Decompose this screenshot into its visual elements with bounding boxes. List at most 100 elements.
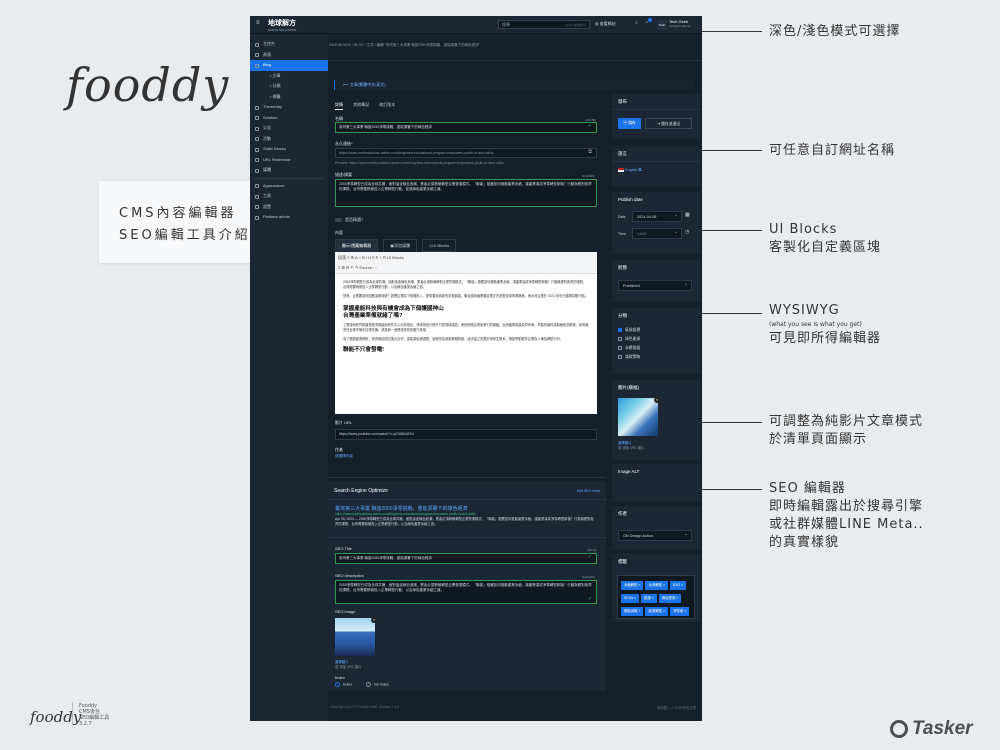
permalink-input[interactable]: https://www.earthsolutions-action.com/bl… [335,148,597,158]
template-select[interactable]: ON Design Action [618,529,692,541]
date-label: Date [618,215,626,219]
fooddy-logo: fooddy [66,58,230,112]
divider [612,161,700,162]
sidebar-item[interactable]: 公告 [250,123,328,134]
index-radio[interactable]: Index [335,682,352,687]
tag-chip[interactable]: 淨零碳 × [669,607,690,616]
tab-notes[interactable]: 其他筆記 [353,102,369,107]
sidebar-item[interactable]: 主控台 [250,39,328,50]
save-exit-button[interactable]: ⇥ 儲存並退出 [645,118,692,129]
sidebar-item[interactable]: • 標籤 [250,92,328,103]
featured-toggle[interactable]: 是否精選? [335,217,363,223]
add-media-button[interactable]: ▣ 添加媒體 [383,239,418,253]
sidebar-item[interactable]: • 分類 [250,81,328,92]
menu-icon[interactable]: ≡ [256,20,260,26]
search-input[interactable]: 搜尋 Ctrl+K 快速搜尋 [498,20,590,29]
sidebar-item[interactable]: URL Redirector [250,155,328,166]
sidebar-item[interactable]: Platform admin [250,212,328,223]
sidebar-item[interactable]: Solution [250,113,328,124]
avatar[interactable]: Tech [657,20,667,30]
copy-icon[interactable]: ⧉ [588,150,592,155]
sidebar-item[interactable]: 工具 [250,191,328,202]
sidebar-item[interactable]: 活動 [250,134,328,145]
time-input[interactable]: 14:00 [632,227,682,239]
sidebar-item[interactable]: Appearance [250,181,328,192]
noindex-radio[interactable]: No index [366,682,389,687]
tag-chip[interactable]: 能源 × [640,594,657,603]
toolbar-row-2[interactable]: ≡ ⊞ ⊟ ↶ ↷ Source ⋯ [338,263,594,273]
seo-image-url-link[interactable]: 或 添加 URL 圖片 [335,664,361,669]
editor-body[interactable]: 2050淨零轉型已成為全球共識，面對這波綠色浪潮，業者必須積極轉型企業營運模式。… [335,274,597,359]
brand-logo[interactable]: 地球解方 EARTH SOLUTIONS [268,18,296,32]
clock-icon[interactable]: ◷ [685,229,689,235]
toolbar-row-1[interactable]: 段落 ≡ ⊞ A ⌐ B I U S ¶ ⌁ ⊡ UI Blocks [338,253,594,263]
category-checkbox[interactable]: 綠色能源 [618,337,640,342]
annotation-desc: 可見即所得編輯器 [769,331,882,346]
toggle-switch[interactable] [335,217,342,222]
sidebar-item[interactable]: 媒體 [250,165,328,176]
tag-chip[interactable]: 綠色經濟 × [658,594,682,603]
name-input[interactable]: 臺灣第三大事業 聯誼2050淨零挑戰，重能源賽下的綠色經濟 ✓ [335,122,597,133]
featured-image-thumbnail[interactable] [618,398,658,436]
ui-blocks-button[interactable]: ◇ UI Blocks [422,239,457,252]
edit-seo-link[interactable]: Edit SEO meta [577,489,600,493]
sidebar-item[interactable]: • 文章 [250,71,328,82]
save-button[interactable]: ▣ 儲存 [618,118,641,129]
sidebar-item[interactable]: Blog [250,60,328,71]
seo-description-textarea[interactable]: 2050淨零轉型已成為全球共識，面對這波綠色浪潮，業者必須積極轉型企業營運模式。… [335,580,597,604]
summary-textarea[interactable]: 2050淨零轉型已成為全球共識，面對這波綠色浪潮，業者必須積極轉型企業營運模式。… [335,179,597,207]
checkbox-checked-icon[interactable] [618,328,622,332]
tag-chip[interactable]: 節能減碳 × [621,607,644,616]
divider [328,537,606,538]
status-select[interactable]: Published [618,279,692,291]
user-menu[interactable]: Tech Geek tech@fooddy.tw [669,19,690,29]
editor-heading: 聯能不只會發電! [343,346,385,353]
tab-revisions[interactable]: 修訂版本 [379,102,395,107]
sidebar-item[interactable]: Themeday [250,102,328,113]
checkbox-icon[interactable] [618,355,622,359]
annotation-line-text: 或社群媒體LINE Meta.. [769,517,924,532]
tag-chip[interactable]: ESG × [669,581,687,590]
radio-checked-icon[interactable] [335,682,340,687]
calendar-icon[interactable]: ▦ [685,212,690,218]
remove-image-icon[interactable]: × [654,397,660,403]
content-label: 內容 [335,230,343,235]
page-load-time: 頁面載入 0.23 秒完成處理 [657,706,696,710]
category-checkbox[interactable]: 氣候變遷 [618,328,640,333]
view-site-link[interactable]: ◍ 查看網站 [595,21,616,27]
remove-image-icon[interactable]: × [371,617,377,623]
category-checkbox[interactable]: 減碳策略 [618,355,640,360]
tag-chip[interactable]: 永續轉型 × [621,581,644,590]
image-url-link[interactable]: 或 添加 URL 圖片 [618,445,644,450]
sidebar-item[interactable]: 設置 [250,202,328,213]
checkbox-icon[interactable] [618,346,622,350]
seo-title-input[interactable]: 臺灣第三大事業 聯誼2050淨零挑戰，重能源賽下的綠色經濟 ✓ [335,553,597,564]
view-site-label: 查看網站 [599,21,616,26]
sidebar-item-label: 媒體 [263,167,271,172]
theme-toggle-icon[interactable]: ☾ [635,20,639,26]
radio-unchecked-icon[interactable] [366,682,371,687]
author-select-link[interactable]: 請選擇作者 [335,454,353,459]
nav-icon [255,126,259,131]
toggle-editor-button[interactable]: 顯示/隱藏編輯器 [335,239,379,253]
tag-chip[interactable]: 台灣轉型 × [645,581,668,590]
tag-chip[interactable]: 能源轉型 × [645,607,668,616]
date-input[interactable]: 2024-04-05 [632,210,682,222]
video-url-input[interactable]: https://www.youtube.com/watch?v=yCh9Dh2l… [335,429,597,440]
publish-title: 發布 [618,99,627,104]
sidebar-item[interactable]: 頁面 [250,50,328,61]
wysiwyg-editor[interactable]: 段落 ≡ ⊞ A ⌐ B I U S ¶ ⌁ ⊡ UI Blocks ≡ ⊞ ⊟… [335,252,597,414]
seo-image-label: SEO image [335,609,356,614]
tag-chip[interactable]: SDGs × [621,594,639,603]
checkbox-icon[interactable] [618,337,622,341]
tab-details[interactable]: 詳情 [335,102,343,110]
language-select-link[interactable]: English ⧉ [618,168,641,172]
sidebar-item[interactable]: Static Blocks [250,144,328,155]
tags-input[interactable]: 永續轉型 × 台灣轉型 × ESG × SDGs × 能源 × 綠色經濟 × 節能減碳 × 能… [617,575,695,619]
annotation-line-text: 即時編輯露出於搜尋引擎 [769,499,924,514]
annotation-line-text: SEO 編輯器 [769,481,846,496]
language-title: 語言 [618,151,627,156]
category-checkbox[interactable]: 永續發展 [618,346,640,351]
back-to-posts-link[interactable]: ⟵ 文章(繁體中文/英文) [334,80,694,90]
seo-image-thumbnail[interactable] [335,618,375,656]
